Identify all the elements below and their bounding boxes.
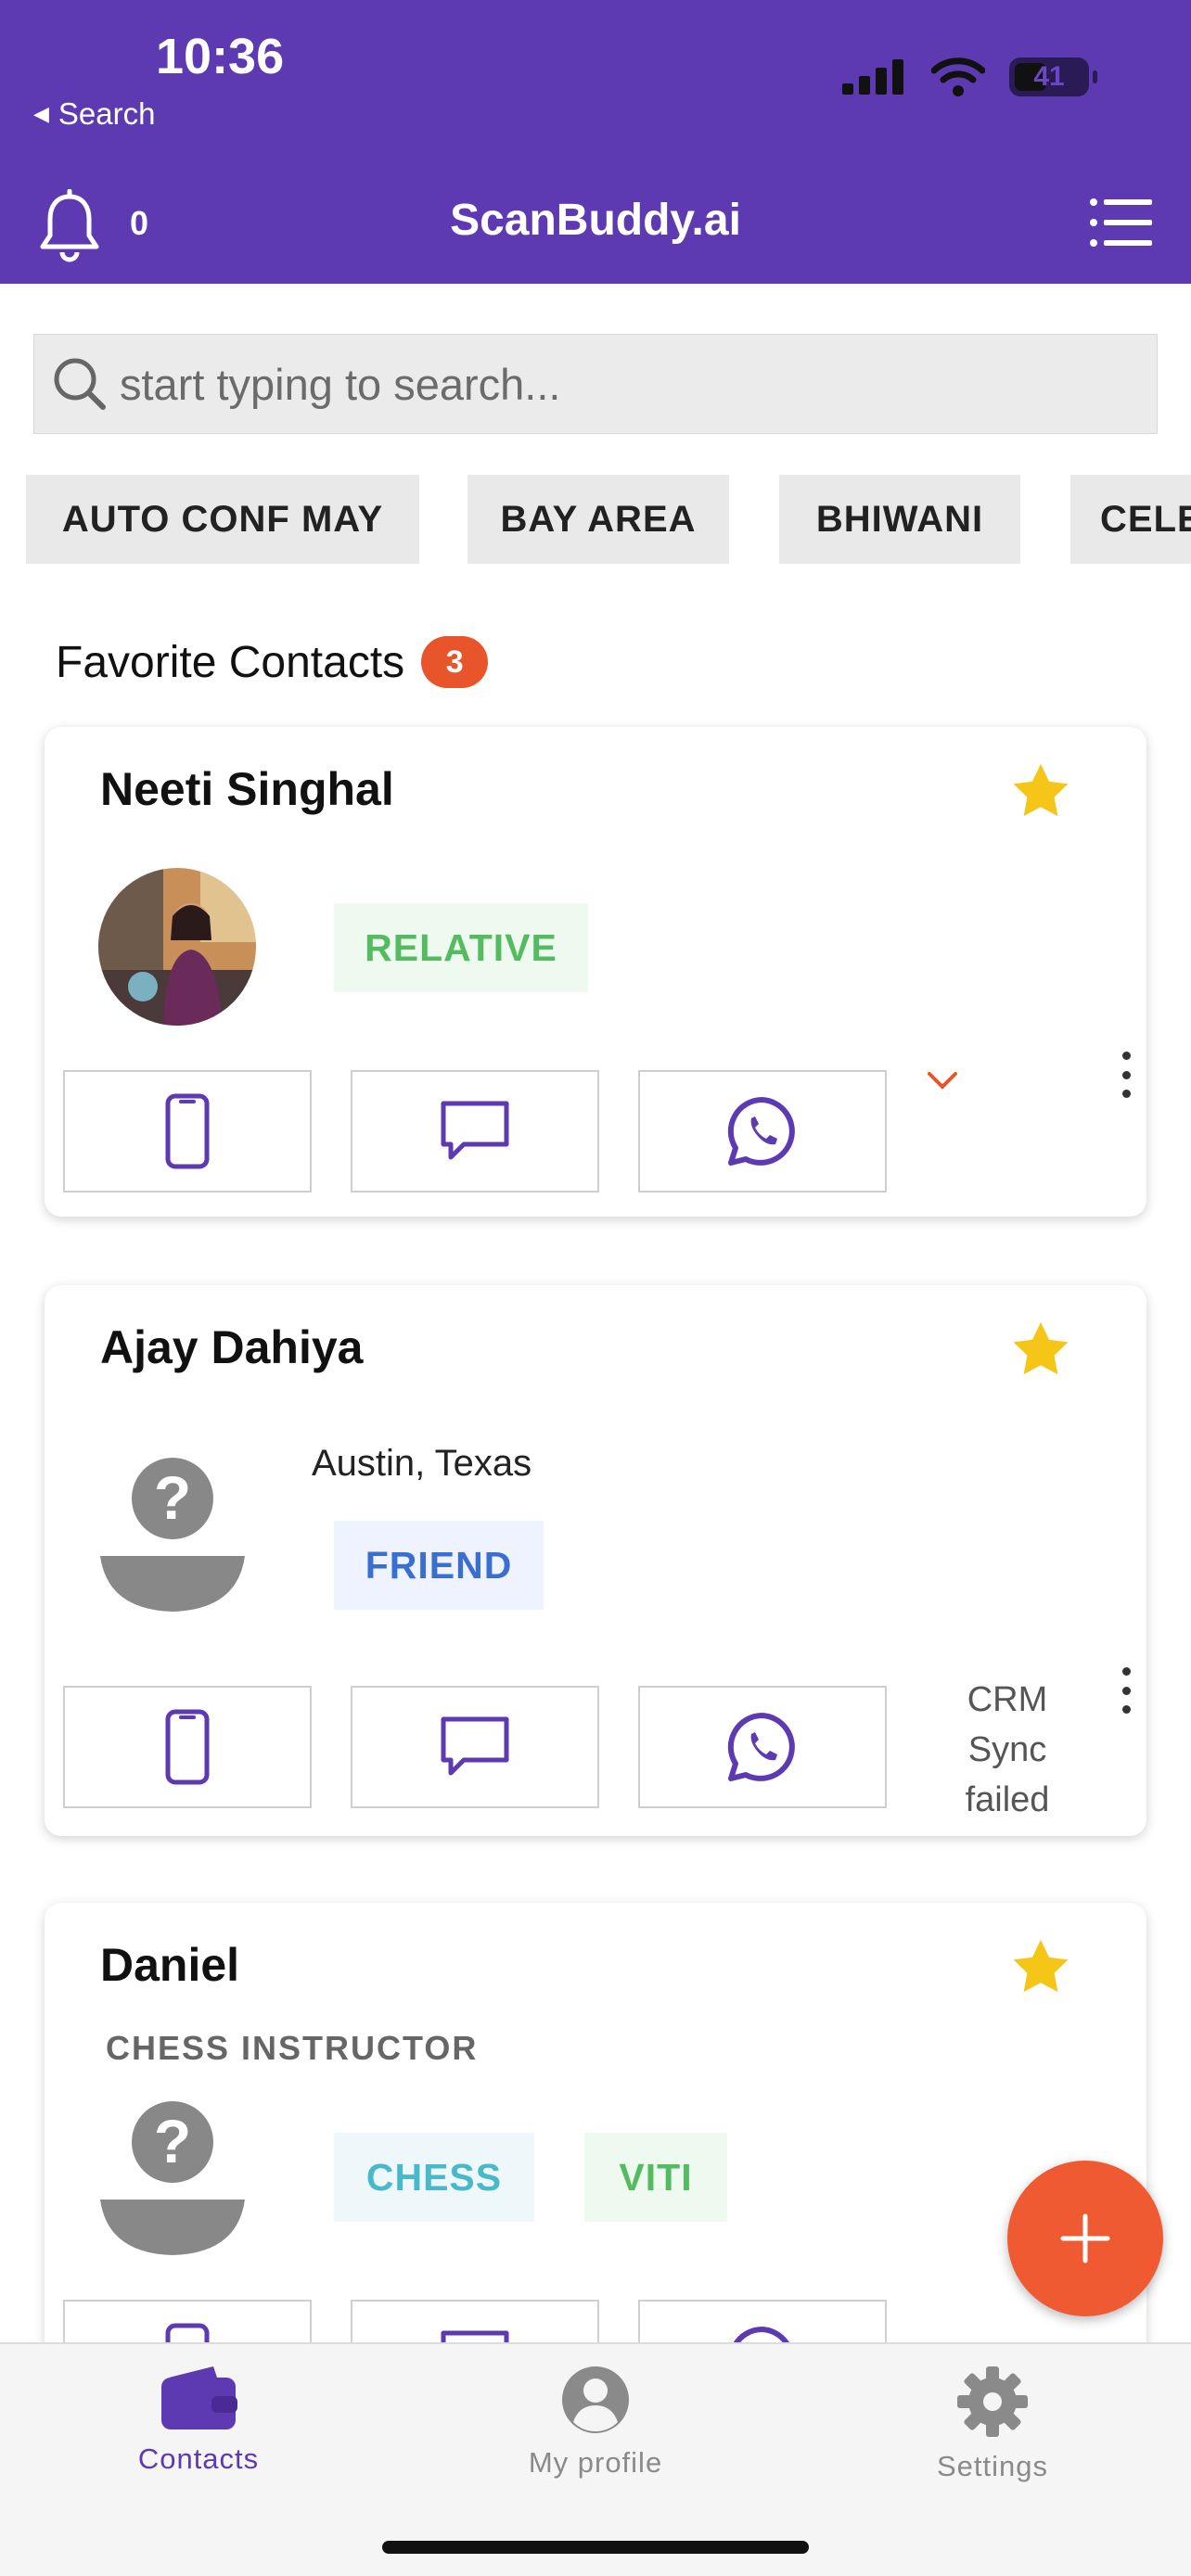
whatsapp-icon bbox=[727, 1712, 795, 1781]
contact-location: Austin, Texas bbox=[312, 1443, 532, 1484]
contact-title: CHESS INSTRUCTOR bbox=[106, 2029, 479, 2067]
profile-icon bbox=[562, 2366, 629, 2433]
chip-bay-area[interactable]: BAY AREA bbox=[467, 475, 729, 564]
add-contact-button[interactable] bbox=[1007, 2161, 1163, 2316]
nav-my-profile[interactable]: My profile bbox=[456, 2365, 735, 2480]
battery-icon: 41 bbox=[1009, 57, 1097, 96]
whatsapp-button[interactable] bbox=[638, 1070, 887, 1192]
contact-name: Ajay Dahiya bbox=[100, 1321, 364, 1373]
signal-icon bbox=[842, 59, 903, 95]
avatar-placeholder-icon[interactable]: ? bbox=[98, 1454, 247, 1617]
tag-friend[interactable]: FRIEND bbox=[334, 1521, 544, 1610]
avatar-placeholder-icon[interactable]: ? bbox=[98, 2098, 247, 2261]
back-arrow-icon: ◀ bbox=[33, 102, 49, 125]
message-button[interactable] bbox=[351, 1686, 599, 1808]
whatsapp-icon bbox=[727, 1096, 795, 1166]
chevron-down-icon[interactable] bbox=[926, 1070, 959, 1092]
tag-relative[interactable]: RELATIVE bbox=[334, 903, 588, 992]
chat-icon bbox=[441, 1716, 509, 1776]
search-bar[interactable] bbox=[33, 334, 1158, 434]
nav-settings[interactable]: Settings bbox=[853, 2365, 1132, 2483]
nav-contacts[interactable]: Contacts bbox=[59, 2365, 338, 2476]
phone-icon bbox=[165, 1093, 210, 1169]
phone-icon bbox=[165, 1709, 210, 1785]
star-icon[interactable] bbox=[1007, 759, 1074, 823]
battery-level: 41 bbox=[1033, 61, 1065, 92]
tag-chess[interactable]: CHESS bbox=[334, 2133, 534, 2222]
wifi-icon bbox=[931, 57, 985, 96]
notification-count: 0 bbox=[130, 204, 149, 242]
call-button[interactable] bbox=[63, 1070, 312, 1192]
avatar[interactable] bbox=[98, 868, 256, 1026]
star-icon[interactable] bbox=[1007, 1934, 1074, 1999]
chip-bhiwani[interactable]: BHIWANI bbox=[779, 475, 1020, 564]
gear-icon bbox=[957, 2366, 1028, 2437]
group-chips: AUTO CONF MAY BAY AREA BHIWANI CELE bbox=[0, 475, 1191, 564]
star-icon[interactable] bbox=[1007, 1317, 1074, 1382]
search-icon bbox=[54, 358, 106, 410]
crm-status-line: CRM bbox=[967, 1680, 1048, 1719]
svg-text:?: ? bbox=[154, 2107, 191, 2175]
status-icons: 41 bbox=[842, 57, 1097, 96]
contact-name: Daniel bbox=[100, 1939, 240, 1991]
app-title: ScanBuddy.ai bbox=[450, 196, 741, 245]
contact-name: Neeti Singhal bbox=[100, 763, 394, 815]
chip-cele[interactable]: CELE bbox=[1070, 475, 1191, 564]
nav-label: My profile bbox=[528, 2446, 663, 2479]
app-header: 10:36 ◀ Search 41 0 ScanBuddy.ai bbox=[0, 0, 1191, 284]
more-options-icon[interactable] bbox=[1117, 1052, 1135, 1098]
nav-label: Settings bbox=[936, 2450, 1048, 2482]
tag-viti[interactable]: VITI bbox=[584, 2133, 727, 2222]
svg-text:?: ? bbox=[154, 1463, 191, 1532]
chat-icon bbox=[441, 1101, 509, 1160]
bell-icon[interactable] bbox=[37, 189, 102, 263]
menu-icon[interactable] bbox=[1089, 197, 1154, 249]
message-button[interactable] bbox=[351, 1070, 599, 1192]
crm-status-line: Sync bbox=[967, 1730, 1047, 1769]
wallet-icon bbox=[161, 2366, 237, 2429]
chip-auto-conf-may[interactable]: AUTO CONF MAY bbox=[26, 475, 419, 564]
favorites-title: Favorite Contacts bbox=[56, 637, 405, 687]
search-input[interactable] bbox=[120, 358, 1047, 410]
more-options-icon[interactable] bbox=[1117, 1667, 1135, 1714]
call-button[interactable] bbox=[63, 1686, 312, 1808]
crm-sync-status: CRM Sync failed bbox=[924, 1675, 1091, 1825]
status-time: 10:36 bbox=[156, 29, 285, 84]
favorites-heading: Favorite Contacts 3 bbox=[56, 636, 489, 688]
back-label: Search bbox=[58, 96, 156, 131]
favorites-count-badge: 3 bbox=[421, 636, 489, 688]
nav-label: Contacts bbox=[137, 2442, 260, 2475]
back-to-search-link[interactable]: ◀ Search bbox=[33, 96, 155, 132]
plus-icon bbox=[1060, 2213, 1110, 2264]
home-indicator bbox=[382, 2541, 809, 2554]
contact-card[interactable]: Ajay Dahiya ? Austin, Texas FRIEND CRM S… bbox=[45, 1285, 1146, 1836]
contact-card[interactable]: Neeti Singhal RELATIVE bbox=[45, 727, 1146, 1217]
crm-status-line: failed bbox=[965, 1780, 1050, 1819]
whatsapp-button[interactable] bbox=[638, 1686, 887, 1808]
